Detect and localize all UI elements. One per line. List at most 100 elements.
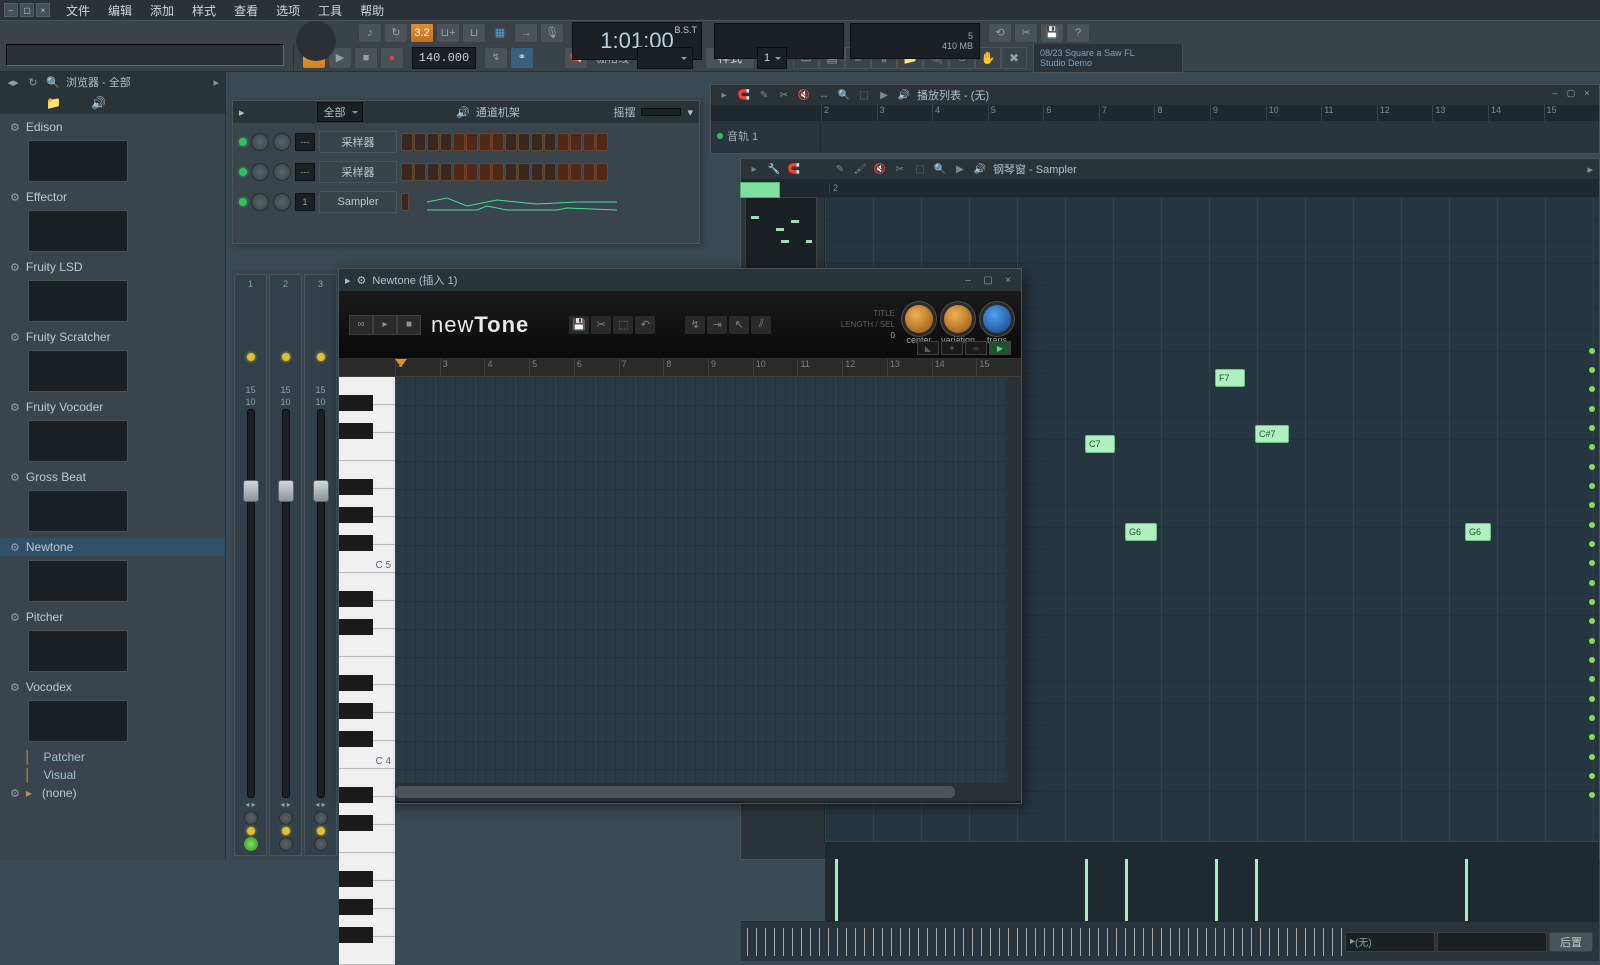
select-icon[interactable]: ⬚ [913, 162, 927, 176]
step-button[interactable] [570, 133, 582, 151]
cursor-icon[interactable]: ↖ [729, 316, 749, 334]
playlist-ruler[interactable]: 23456789101112131415 [711, 105, 1599, 121]
playback-icon[interactable]: ▶ [953, 162, 967, 176]
velocity-bar[interactable] [1465, 859, 1468, 921]
channel-filter-dropdown[interactable]: 全部 [317, 102, 363, 122]
vol-knob[interactable] [273, 163, 291, 181]
master-volume-knob[interactable] [296, 21, 336, 61]
volume-fader[interactable] [247, 409, 255, 798]
maximize-icon[interactable]: ▢ [981, 273, 995, 287]
maximize-icon[interactable]: ▢ [20, 3, 34, 17]
pan-knob[interactable] [251, 133, 269, 151]
browser-item-effector[interactable]: ⚙Effector [0, 188, 225, 206]
track-led-icon[interactable] [1589, 638, 1595, 644]
menu-help[interactable]: 帮助 [352, 0, 392, 21]
plugin-thumbnail[interactable] [28, 140, 128, 182]
send-knob[interactable] [314, 837, 328, 851]
snap-tool-icon[interactable]: ↯ [484, 47, 508, 69]
newtone-vscroll[interactable] [1007, 377, 1021, 783]
track-led-icon[interactable] [1589, 464, 1595, 470]
step-button[interactable] [531, 163, 543, 181]
browser-subitem[interactable]: │Patcher [0, 748, 225, 766]
minimize-icon[interactable]: – [1548, 86, 1562, 100]
tempo-display[interactable]: 140.000 [412, 47, 476, 69]
note[interactable]: G6 [1465, 523, 1491, 541]
track-led-icon[interactable] [1589, 386, 1595, 392]
channel-number[interactable]: --- [295, 133, 315, 151]
volume-fader[interactable] [282, 409, 290, 798]
send-back-button[interactable]: 后置 [1549, 932, 1593, 952]
swing-slider[interactable] [641, 108, 681, 116]
step-button[interactable] [596, 163, 608, 181]
channel-name-button[interactable]: Sampler [319, 191, 397, 213]
stop-button[interactable]: ■ [397, 315, 421, 335]
close-icon[interactable]: × [36, 3, 50, 17]
pan-arrows[interactable]: ◂ ▸ [315, 800, 325, 809]
velocity-bar[interactable] [1255, 859, 1258, 921]
pencil-icon[interactable]: ✎ [833, 162, 847, 176]
track-led-icon[interactable] [1589, 696, 1595, 702]
playlist-track-header[interactable]: 音轨 1 [711, 121, 821, 151]
step-button[interactable] [414, 163, 426, 181]
mode-a-icon[interactable]: ◣ [917, 341, 939, 355]
undo-icon[interactable]: ↶ [635, 316, 655, 334]
undo-icon[interactable]: ⟲ [988, 23, 1012, 43]
browser-none[interactable]: ⚙▸(none) [0, 784, 225, 802]
variation-knob[interactable]: variation [941, 305, 975, 345]
clip-thumbnail[interactable] [740, 182, 780, 198]
send-knob[interactable] [244, 837, 258, 851]
step-button[interactable] [570, 163, 582, 181]
minimize-icon[interactable]: – [961, 273, 975, 287]
track-led-icon[interactable] [1589, 367, 1595, 373]
step-button[interactable] [583, 133, 595, 151]
save-icon[interactable]: 💾 [569, 316, 589, 334]
step-button[interactable] [414, 133, 426, 151]
browser-item-gross-beat[interactable]: ⚙Gross Beat [0, 468, 225, 486]
step-button[interactable] [505, 133, 517, 151]
velocity-lane[interactable] [825, 841, 1599, 921]
step-button[interactable] [440, 163, 452, 181]
menu-patterns[interactable]: 样式 [184, 0, 224, 21]
track-led-icon[interactable] [1589, 541, 1595, 547]
browser-item-pitcher[interactable]: ⚙Pitcher [0, 608, 225, 626]
mic-icon[interactable]: 🎙 [540, 23, 564, 43]
step-button[interactable] [557, 133, 569, 151]
step-button[interactable] [544, 133, 556, 151]
chevron-right-icon[interactable]: ▸ [747, 162, 761, 176]
pan-knob[interactable] [251, 193, 269, 211]
pan-arrows[interactable]: ◂ ▸ [245, 800, 255, 809]
cut-icon[interactable]: ✂ [777, 88, 791, 102]
sound-icon[interactable]: 🔊 [456, 106, 470, 119]
wrench-icon[interactable]: 🔧 [767, 162, 781, 176]
chevron-right-icon[interactable]: ▸ [213, 76, 219, 89]
browser-item-fruity-vocoder[interactable]: ⚙Fruity Vocoder [0, 398, 225, 416]
pencil-icon[interactable]: ✎ [757, 88, 771, 102]
speaker-icon[interactable]: 🔊 [973, 162, 987, 176]
channel-led-icon[interactable] [239, 198, 247, 206]
browser-subitem[interactable]: │Visual [0, 766, 225, 784]
select-icon[interactable]: ⬚ [857, 88, 871, 102]
step-button[interactable] [401, 163, 413, 181]
help-icon[interactable]: ? [1066, 23, 1090, 43]
plugin-thumbnail[interactable] [28, 210, 128, 252]
plugin-thumbnail[interactable] [28, 700, 128, 742]
minimize-icon[interactable]: – [4, 3, 18, 17]
snap-dropdown[interactable] [637, 47, 693, 69]
cut-icon[interactable]: ✂ [893, 162, 907, 176]
step-button[interactable] [401, 193, 409, 211]
zoom-icon[interactable]: 🔍 [837, 88, 851, 102]
mute-icon[interactable]: 🔇 [873, 162, 887, 176]
plugin-thumbnail[interactable] [28, 420, 128, 462]
refresh-icon[interactable]: ↻ [26, 75, 40, 89]
send-icon[interactable]: ⇥ [707, 316, 727, 334]
browser-item-fruity-lsd[interactable]: ⚙Fruity LSD [0, 258, 225, 276]
track-led-icon[interactable] [1589, 522, 1595, 528]
newtone-keyboard[interactable]: C 5C 4 [339, 377, 395, 783]
newtone-titlebar[interactable]: ▸ ⚙ Newtone (插入 1) – ▢ × [339, 269, 1021, 291]
step-button[interactable] [453, 133, 465, 151]
send-knob[interactable] [279, 837, 293, 851]
browser-item-fruity-scratcher[interactable]: ⚙Fruity Scratcher [0, 328, 225, 346]
note[interactable]: C7 [1085, 435, 1115, 453]
menu-edit[interactable]: 编辑 [100, 0, 140, 21]
pan-arrows[interactable]: ◂ ▸ [280, 800, 290, 809]
